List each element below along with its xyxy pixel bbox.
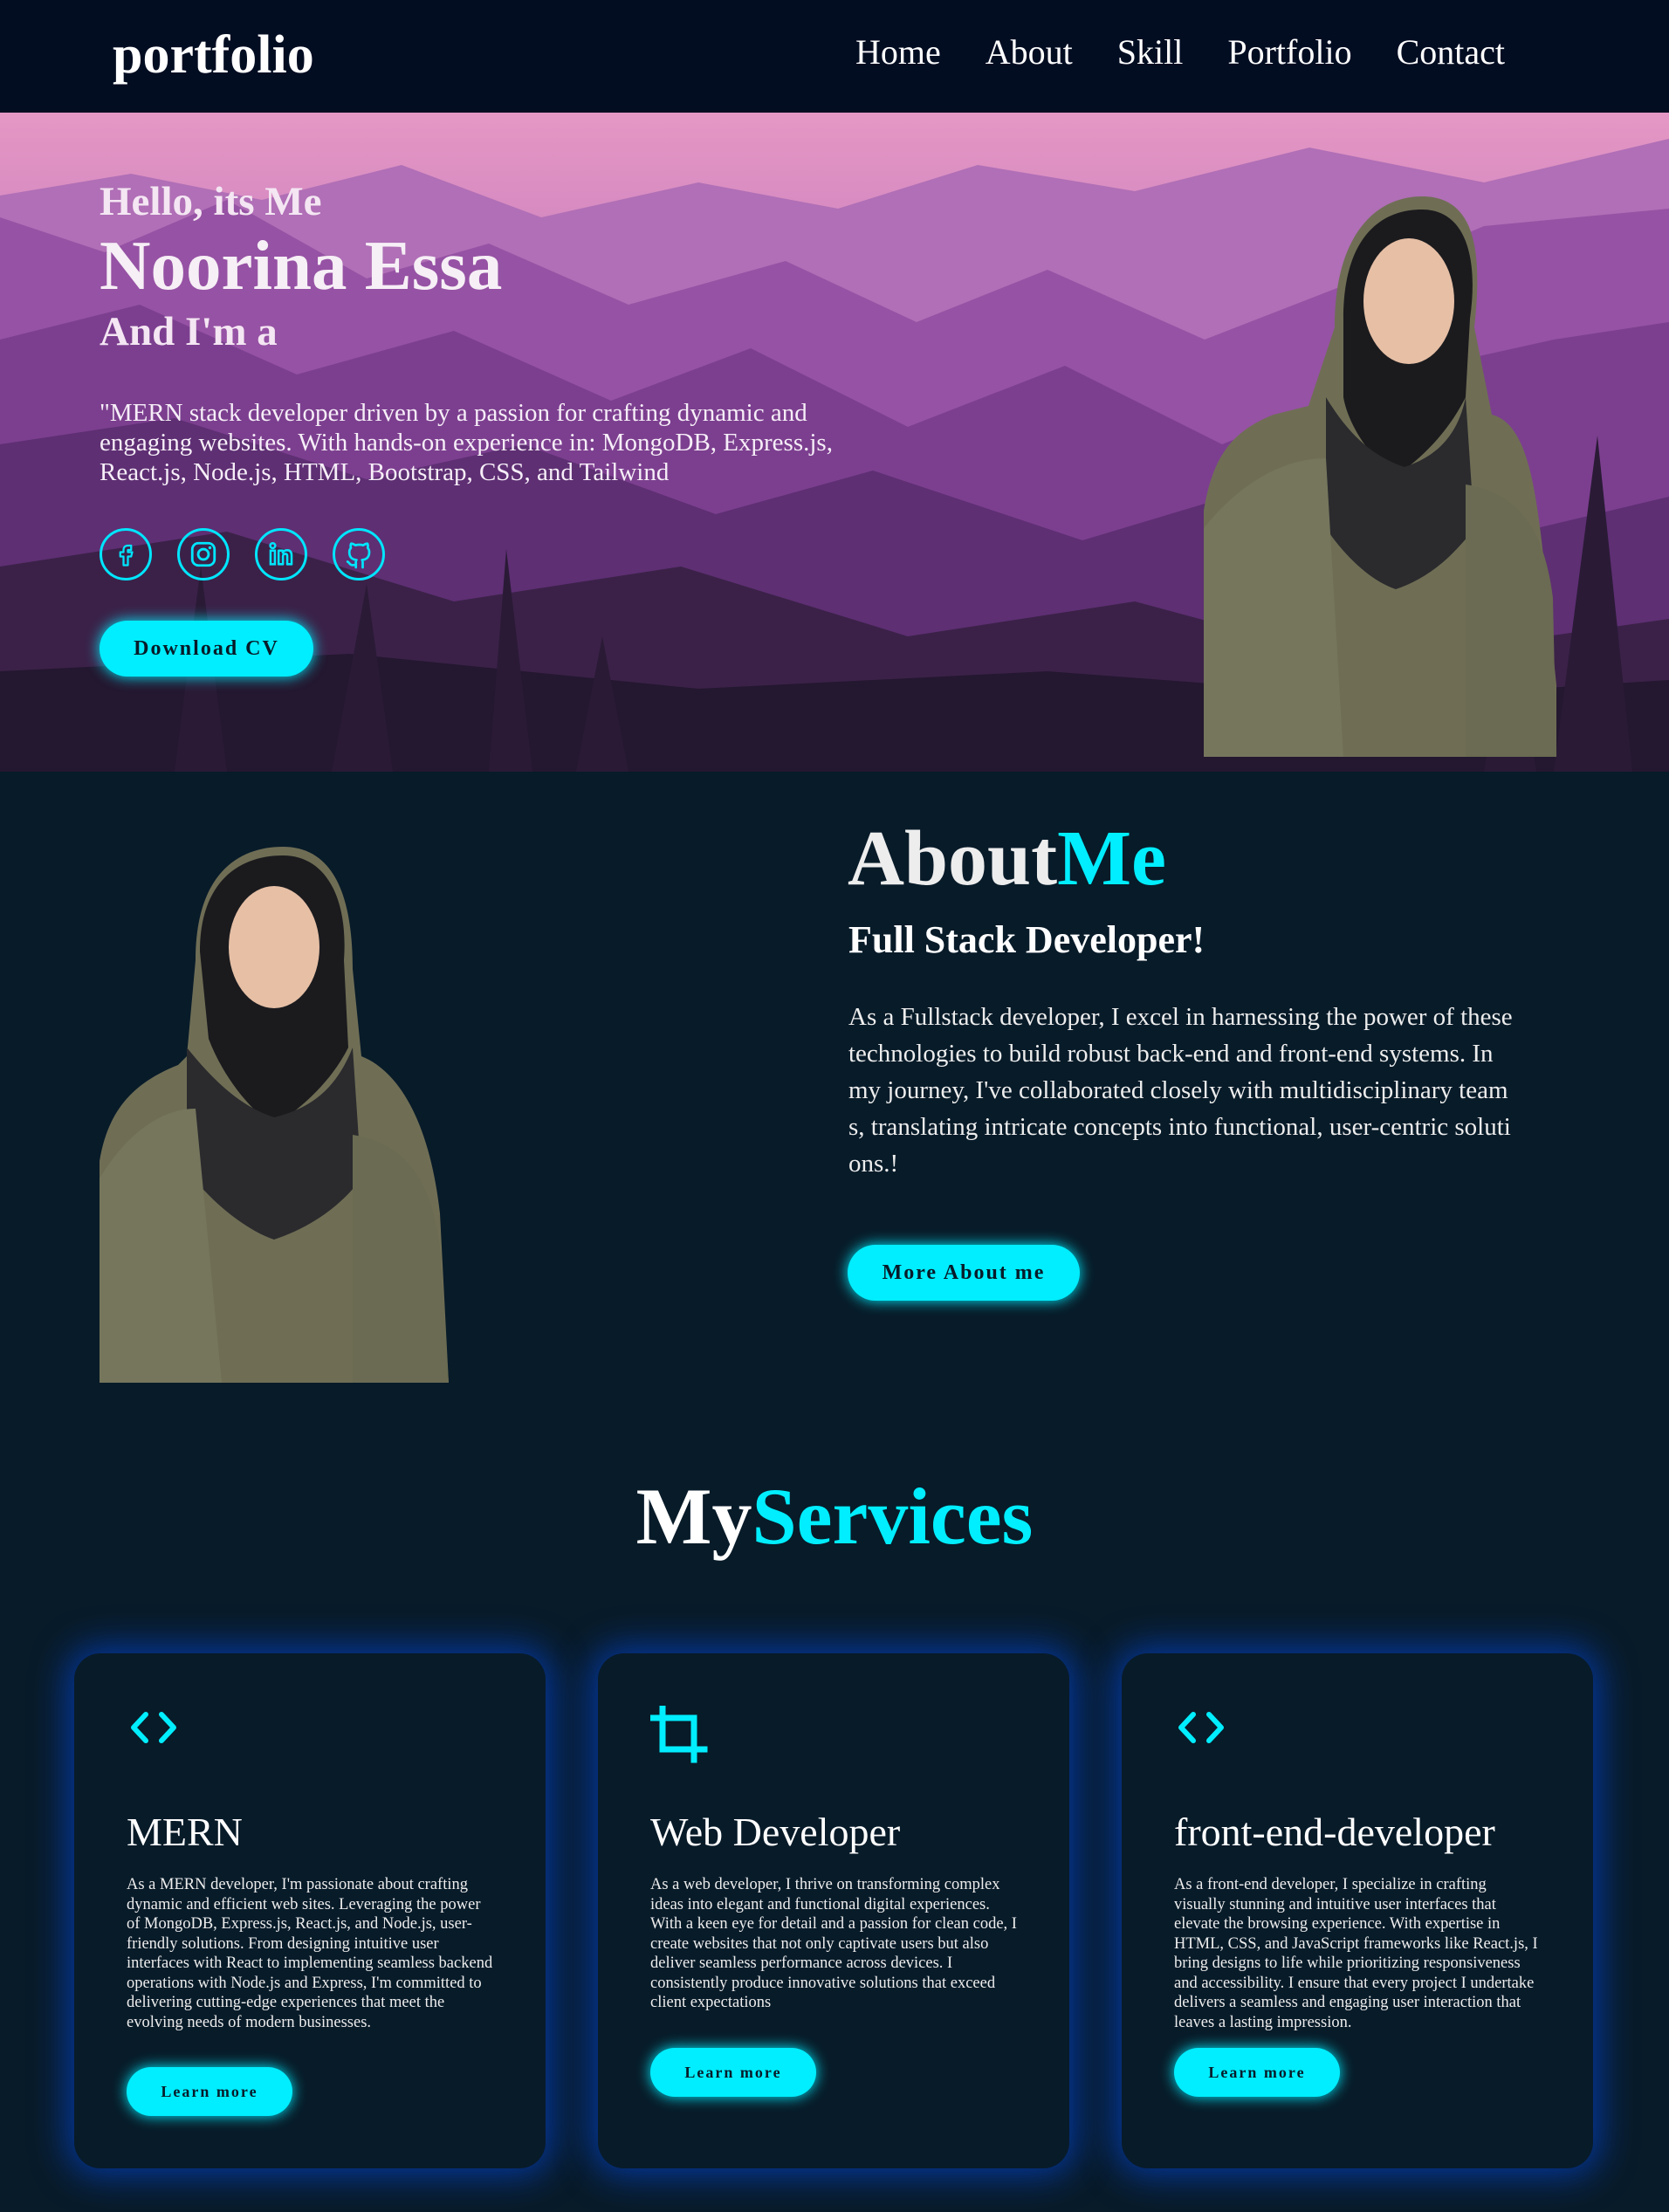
code-icon bbox=[131, 1712, 176, 1743]
more-about-button[interactable]: More About me bbox=[848, 1245, 1080, 1301]
hero-name: Noorina Essa bbox=[100, 226, 503, 305]
hero-greeting: Hello, its Me bbox=[100, 179, 322, 224]
hero-role: And I'm a bbox=[100, 309, 278, 355]
hero-profile-photo bbox=[1204, 196, 1556, 757]
service-card-front-end-developer: front-end-developer As a front-end devel… bbox=[1122, 1653, 1593, 2168]
nav-link-portfolio[interactable]: Portfolio bbox=[1227, 31, 1351, 72]
service-card-mern: MERN As a MERN developer, I'm passionate… bbox=[74, 1653, 546, 2168]
services-title: MyServices bbox=[0, 1470, 1669, 1563]
code-icon bbox=[1178, 1712, 1224, 1743]
service-description: As a MERN developer, I'm passionate abou… bbox=[127, 1876, 493, 2031]
hero-description: "MERN stack developer driven by a passio… bbox=[100, 399, 833, 486]
github-link[interactable] bbox=[333, 528, 385, 580]
service-title: Web Developer bbox=[650, 1810, 901, 1854]
service-title: front-end-developer bbox=[1174, 1810, 1495, 1854]
service-title: MERN bbox=[127, 1810, 243, 1854]
logo[interactable]: portfolio bbox=[113, 24, 314, 86]
nav-links: Home About Skill Portfolio Contact bbox=[855, 31, 1505, 72]
service-description: As a front-end developer, I specialize i… bbox=[1174, 1876, 1538, 2031]
about-title-main: About bbox=[848, 815, 1058, 902]
about-profile-photo bbox=[100, 847, 449, 1383]
social-links bbox=[100, 528, 385, 580]
service-card-web-developer: Web Developer As a web developer, I thri… bbox=[598, 1653, 1069, 2168]
about-title-accent: Me bbox=[1057, 815, 1166, 902]
services-title-accent: Services bbox=[752, 1472, 1034, 1561]
instagram-link[interactable] bbox=[177, 528, 230, 580]
hero-heading-group: Hello, its Me Noorina Essa And I'm a bbox=[100, 178, 502, 355]
services-title-main: My bbox=[635, 1472, 752, 1561]
linkedin-icon bbox=[269, 541, 293, 566]
learn-more-button[interactable]: Learn more bbox=[1174, 2048, 1340, 2097]
about-subtitle: Full Stack Developer! bbox=[848, 918, 1205, 961]
nav-link-home[interactable]: Home bbox=[855, 31, 941, 72]
nav-link-contact[interactable]: Contact bbox=[1397, 31, 1505, 72]
about-description: As a Fullstack developer, I excel in har… bbox=[848, 1003, 1513, 1178]
linkedin-link[interactable] bbox=[255, 528, 307, 580]
crop-icon bbox=[650, 1706, 708, 1763]
instagram-icon bbox=[190, 541, 216, 567]
facebook-icon bbox=[119, 544, 134, 567]
hero-section: Hello, its Me Noorina Essa And I'm a "ME… bbox=[0, 113, 1669, 772]
about-title: AboutMe bbox=[848, 814, 1166, 903]
nav-link-about[interactable]: About bbox=[986, 31, 1073, 72]
facebook-link[interactable] bbox=[100, 528, 152, 580]
github-icon bbox=[346, 542, 371, 569]
learn-more-button[interactable]: Learn more bbox=[127, 2067, 292, 2116]
download-cv-button[interactable]: Download CV bbox=[100, 621, 313, 677]
nav-link-skill[interactable]: Skill bbox=[1117, 31, 1184, 72]
service-description: As a web developer, I thrive on transfor… bbox=[650, 1876, 1017, 2011]
learn-more-button[interactable]: Learn more bbox=[650, 2048, 816, 2097]
top-navbar: portfolio Home About Skill Portfolio Con… bbox=[0, 0, 1669, 113]
